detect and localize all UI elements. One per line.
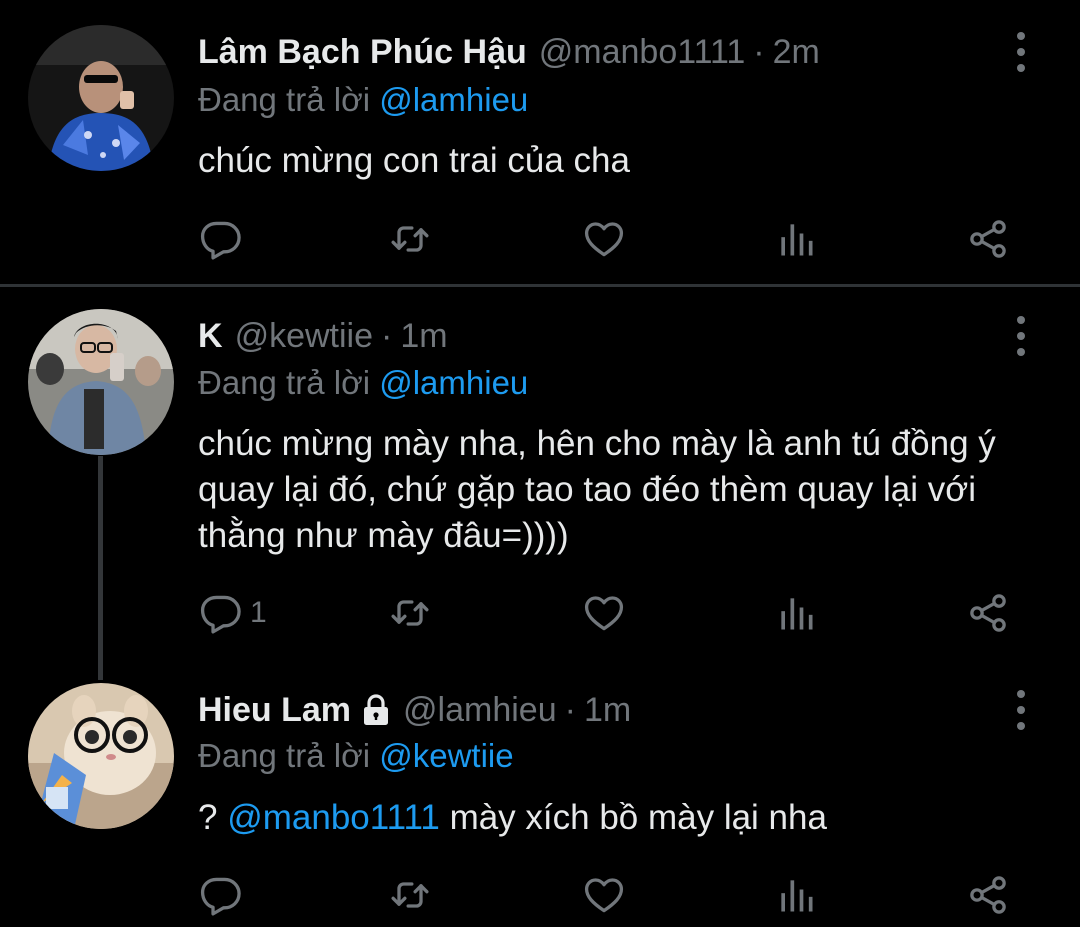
action-bar bbox=[198, 871, 1018, 919]
reply-count: 1 bbox=[250, 596, 267, 629]
like-icon bbox=[582, 873, 626, 917]
share-button[interactable] bbox=[966, 871, 1010, 919]
mention-link[interactable]: @manbo1111 bbox=[227, 798, 440, 837]
share-button[interactable] bbox=[966, 215, 1010, 263]
share-icon bbox=[966, 873, 1010, 917]
like-icon bbox=[582, 217, 626, 261]
more-icon[interactable] bbox=[1008, 316, 1034, 356]
retweet-button[interactable] bbox=[388, 215, 432, 263]
analytics-icon bbox=[774, 591, 818, 635]
reply-icon bbox=[198, 591, 242, 635]
like-button[interactable] bbox=[582, 215, 626, 263]
timestamp[interactable]: 1m bbox=[400, 316, 447, 356]
avatar-photo-icon bbox=[28, 683, 174, 829]
tweet-text: chúc mừng con trai của cha bbox=[198, 141, 630, 180]
username[interactable]: @kewtiie bbox=[235, 316, 373, 356]
avatar[interactable] bbox=[28, 683, 174, 829]
separator-dot: · bbox=[381, 317, 393, 355]
username[interactable]: @manbo1111 bbox=[539, 32, 746, 72]
replying-to: Đang trả lời @kewtiie bbox=[198, 736, 514, 776]
like-button[interactable] bbox=[582, 871, 626, 919]
share-icon bbox=[966, 591, 1010, 635]
retweet-icon bbox=[388, 217, 432, 261]
like-button[interactable] bbox=[582, 589, 626, 637]
retweet-icon bbox=[388, 591, 432, 635]
tweet-header: Lâm Bạch Phúc Hậu @manbo1111 · 2m bbox=[198, 32, 820, 72]
display-name[interactable]: K bbox=[198, 316, 223, 356]
more-icon[interactable] bbox=[1008, 690, 1034, 730]
avatar[interactable] bbox=[28, 309, 174, 455]
timestamp[interactable]: 2m bbox=[773, 32, 820, 72]
analytics-button[interactable] bbox=[774, 589, 818, 637]
separator-dot: · bbox=[564, 691, 576, 729]
tweet-header: K @kewtiie · 1m bbox=[198, 316, 448, 356]
action-bar: 1 bbox=[198, 589, 1018, 637]
analytics-button[interactable] bbox=[774, 871, 818, 919]
reply-button[interactable] bbox=[198, 871, 250, 919]
analytics-icon bbox=[774, 217, 818, 261]
replying-label: Đang trả lời bbox=[198, 364, 371, 401]
display-name[interactable]: Hieu Lam bbox=[198, 690, 351, 730]
timestamp[interactable]: 1m bbox=[584, 690, 631, 730]
reply-button[interactable] bbox=[198, 215, 250, 263]
lock-icon bbox=[364, 694, 389, 725]
tweet[interactable]: Hieu Lam @lamhieu · 1m Đang trả lời @kew… bbox=[0, 680, 1080, 927]
share-button[interactable] bbox=[966, 589, 1010, 637]
tweet-text-prefix: ? bbox=[198, 798, 218, 837]
tweet-text: chúc mừng mày nha, hên cho mày là anh tú… bbox=[198, 424, 996, 555]
retweet-button[interactable] bbox=[388, 589, 432, 637]
separator-dot: · bbox=[753, 33, 765, 71]
replying-to: Đang trả lời @lamhieu bbox=[198, 363, 528, 403]
tweet-text: ? @manbo1111 mày xích bồ mày lại nha bbox=[198, 795, 1018, 841]
avatar-photo-icon bbox=[28, 25, 174, 171]
action-bar bbox=[198, 215, 1018, 263]
reply-icon bbox=[198, 217, 242, 261]
mention-link[interactable]: @lamhieu bbox=[379, 364, 528, 401]
replying-label: Đang trả lời bbox=[198, 81, 371, 118]
avatar-photo-icon bbox=[28, 309, 174, 455]
tweet-text-suffix: mày xích bồ mày lại nha bbox=[449, 798, 827, 837]
retweet-button[interactable] bbox=[388, 871, 432, 919]
mention-link[interactable]: @lamhieu bbox=[379, 81, 528, 118]
mention-link[interactable]: @kewtiie bbox=[379, 737, 513, 774]
tweet[interactable]: K @kewtiie · 1m Đang trả lời @lamhieu ch… bbox=[0, 287, 1080, 680]
analytics-icon bbox=[774, 873, 818, 917]
more-icon[interactable] bbox=[1008, 32, 1034, 72]
like-icon bbox=[582, 591, 626, 635]
tweet-header: Hieu Lam @lamhieu · 1m bbox=[198, 690, 631, 730]
retweet-icon bbox=[388, 873, 432, 917]
analytics-button[interactable] bbox=[774, 215, 818, 263]
reply-icon bbox=[198, 873, 242, 917]
replying-to: Đang trả lời @lamhieu bbox=[198, 80, 528, 120]
replying-label: Đang trả lời bbox=[198, 737, 371, 774]
share-icon bbox=[966, 217, 1010, 261]
reply-button[interactable]: 1 bbox=[198, 589, 267, 637]
avatar[interactable] bbox=[28, 25, 174, 171]
display-name[interactable]: Lâm Bạch Phúc Hậu bbox=[198, 32, 527, 72]
tweet[interactable]: Lâm Bạch Phúc Hậu @manbo1111 · 2m Đang t… bbox=[0, 0, 1080, 284]
username[interactable]: @lamhieu bbox=[403, 690, 557, 730]
